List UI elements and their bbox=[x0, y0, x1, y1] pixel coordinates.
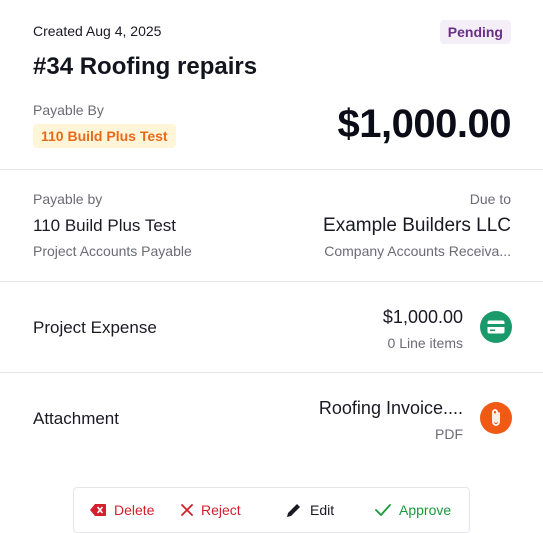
payer-account: Project Accounts Payable bbox=[33, 243, 192, 259]
payable-by-label: Payable By bbox=[33, 102, 104, 118]
edit-button[interactable]: Edit bbox=[286, 488, 334, 532]
delete-label: Delete bbox=[114, 502, 155, 518]
payer-name: 110 Build Plus Test bbox=[33, 216, 177, 235]
action-toolbar: Delete Reject Edit Approve bbox=[73, 487, 470, 533]
payable-by-heading: Payable by bbox=[33, 191, 103, 207]
due-to-heading: Due to bbox=[469, 191, 511, 207]
close-icon bbox=[181, 504, 193, 516]
reject-label: Reject bbox=[201, 502, 241, 518]
parties-section: Payable by 110 Build Plus Test Project A… bbox=[0, 170, 543, 282]
line-items-count: 0 Line items bbox=[387, 335, 463, 351]
attachment-row[interactable]: Attachment Roofing Invoice.... PDF bbox=[0, 373, 543, 468]
delete-icon bbox=[90, 504, 106, 516]
attachment-label: Attachment bbox=[33, 409, 119, 428]
reject-button[interactable]: Reject bbox=[181, 488, 241, 532]
project-expense-row[interactable]: Project Expense $1,000.00 0 Line items bbox=[0, 282, 543, 373]
attachment-file-name[interactable]: Roofing Invoice.... bbox=[319, 398, 463, 419]
delete-button[interactable]: Delete bbox=[90, 488, 154, 532]
attachment-file-type: PDF bbox=[435, 426, 463, 442]
payee-name: Example Builders LLC bbox=[323, 215, 511, 236]
payable-by-tag: 110 Build Plus Test bbox=[33, 124, 176, 148]
card-icon bbox=[480, 311, 512, 343]
edit-label: Edit bbox=[310, 502, 335, 518]
expense-amount: $1,000.00 bbox=[382, 307, 463, 327]
approve-button[interactable]: Approve bbox=[375, 488, 451, 532]
summary-section: Created Aug 4, 2025 Pending #34 Roofing … bbox=[0, 0, 543, 170]
pencil-icon bbox=[287, 504, 300, 517]
check-icon bbox=[375, 504, 391, 516]
page-title: #34 Roofing repairs bbox=[33, 53, 258, 80]
approve-label: Approve bbox=[399, 502, 452, 518]
status-badge: Pending bbox=[439, 20, 511, 44]
total-amount: $1,000.00 bbox=[337, 102, 512, 146]
created-date: Created Aug 4, 2025 bbox=[33, 23, 162, 39]
project-expense-label: Project Expense bbox=[33, 318, 157, 337]
paperclip-icon[interactable] bbox=[480, 402, 512, 434]
payee-account: Company Accounts Receiva... bbox=[324, 243, 511, 259]
payment-request-card: Created Aug 4, 2025 Pending #34 Roofing … bbox=[0, 0, 543, 468]
